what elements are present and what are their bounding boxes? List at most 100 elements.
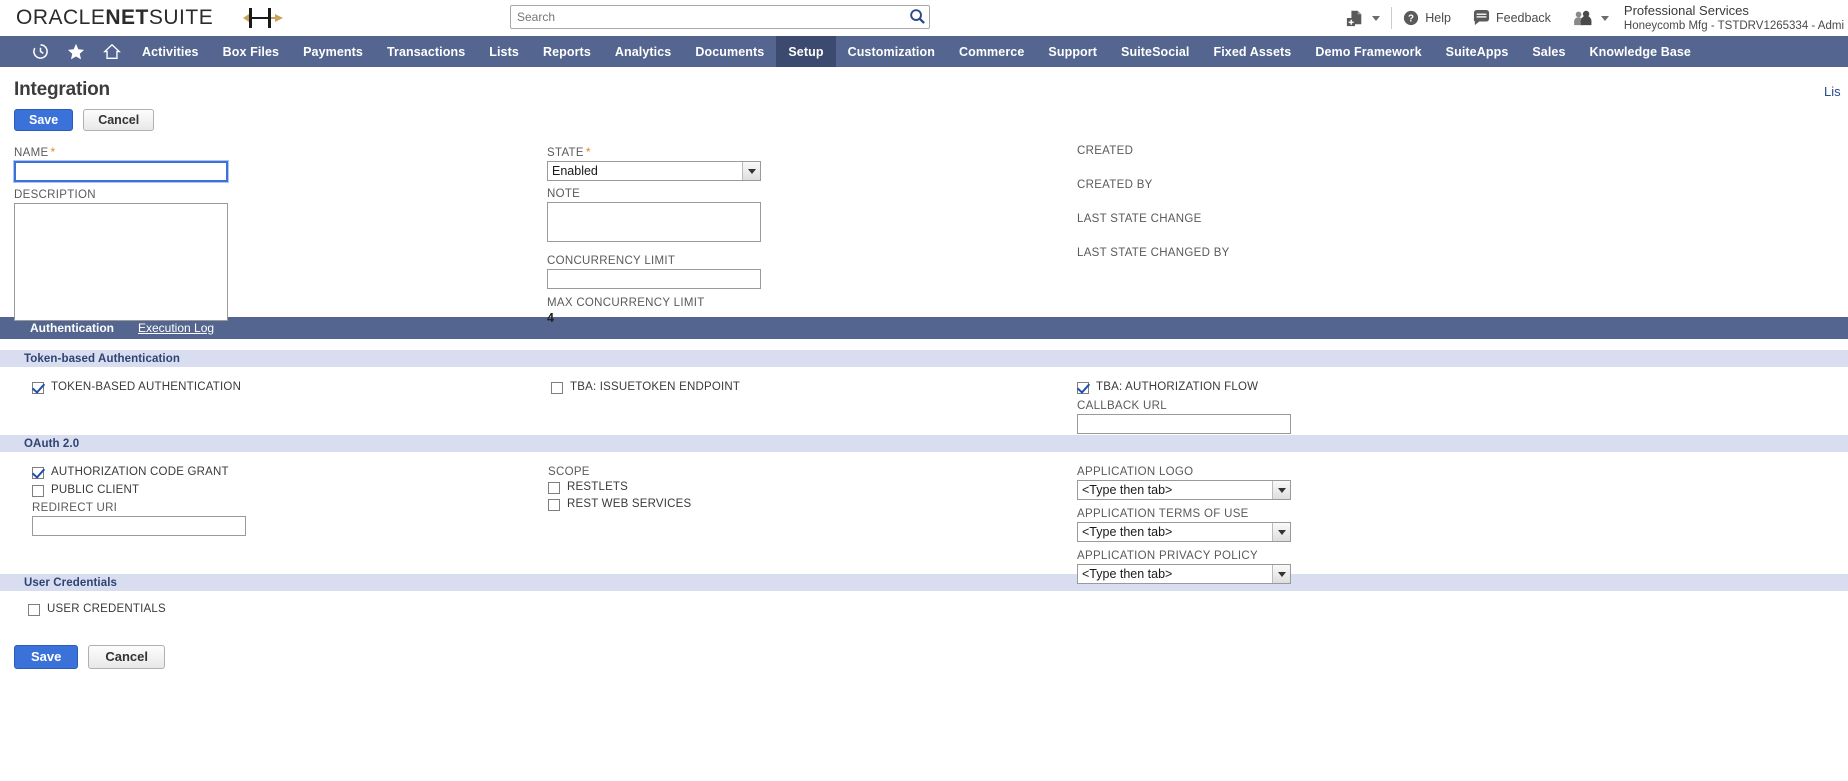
nav-item-fixed-assets[interactable]: Fixed Assets xyxy=(1202,36,1304,67)
nav-item-lists[interactable]: Lists xyxy=(477,36,531,67)
nav-item-support[interactable]: Support xyxy=(1036,36,1109,67)
redirect-uri-input[interactable] xyxy=(32,516,246,536)
concurrency-limit-input[interactable] xyxy=(547,269,761,289)
public-client-checkbox[interactable] xyxy=(32,485,44,497)
shortcuts-star-icon[interactable] xyxy=(58,36,94,67)
state-dropdown-arrow[interactable] xyxy=(742,162,760,180)
recent-records-icon[interactable] xyxy=(22,36,58,67)
tba-authorization-flow-checkbox[interactable] xyxy=(1077,382,1089,394)
search-input[interactable] xyxy=(510,5,930,29)
nav-item-activities[interactable]: Activities xyxy=(130,36,211,67)
search-icon[interactable] xyxy=(908,8,926,26)
help-button[interactable]: ? Help xyxy=(1392,0,1462,36)
nav-item-knowledge-base[interactable]: Knowledge Base xyxy=(1578,36,1703,67)
last-state-changed-by-label: LAST STATE CHANGED BY xyxy=(1077,247,1230,259)
scope-restlets-checkbox[interactable] xyxy=(548,482,560,494)
nav-item-box-files[interactable]: Box Files xyxy=(211,36,291,67)
nav-item-reports[interactable]: Reports xyxy=(531,36,603,67)
application-logo-value[interactable]: <Type then tab> xyxy=(1077,480,1291,500)
honeycomb-brand-mark-icon xyxy=(243,8,284,28)
user-credentials-checkbox-row[interactable]: USER CREDENTIALS xyxy=(28,603,166,616)
note-textarea[interactable] xyxy=(547,202,761,242)
authorization-code-grant-checkbox[interactable] xyxy=(32,467,44,479)
chevron-down-icon xyxy=(1277,529,1286,535)
chevron-down-icon xyxy=(1277,487,1286,493)
scope-label: SCOPE xyxy=(548,466,590,478)
main-navigation-bar: Activities Box Files Payments Transactio… xyxy=(0,36,1848,67)
scope-group: SCOPE RESTLETS REST WEB SERVICES xyxy=(548,466,691,511)
application-logo-dropdown[interactable]: <Type then tab> xyxy=(1077,480,1291,500)
quick-add-menu[interactable] xyxy=(1335,0,1391,36)
scope-restlets-checkbox-row[interactable]: RESTLETS xyxy=(548,481,691,494)
description-textarea[interactable] xyxy=(14,203,228,321)
application-logo-label: APPLICATION LOGO xyxy=(1077,466,1194,478)
state-dropdown[interactable]: Enabled xyxy=(547,161,761,181)
oracle-netsuite-logo[interactable]: ORACLENETSUITE xyxy=(16,6,213,30)
tba-issuetoken-endpoint-checkbox[interactable] xyxy=(551,382,563,394)
save-button-top[interactable]: Save xyxy=(14,109,74,131)
authorization-code-grant-checkbox-row[interactable]: AUTHORIZATION CODE GRANT xyxy=(32,466,229,479)
page-header: Integration Lis xyxy=(0,67,1848,103)
user-credentials-banner: User Credentials xyxy=(0,574,1848,591)
max-concurrency-limit-value: 4 xyxy=(547,311,554,325)
nav-item-demo-framework[interactable]: Demo Framework xyxy=(1303,36,1433,67)
brand-logo-area: ORACLENETSUITE xyxy=(0,5,291,31)
callback-url-field: CALLBACK URL xyxy=(1077,400,1291,434)
application-privacy-value[interactable]: <Type then tab> xyxy=(1077,564,1291,584)
home-icon[interactable] xyxy=(94,36,130,67)
token-based-auth-checkbox[interactable] xyxy=(32,382,44,394)
suite-wordmark: SUITE xyxy=(148,6,214,29)
application-fields-group: APPLICATION LOGO <Type then tab> APPLICA… xyxy=(1077,466,1291,584)
nav-item-documents[interactable]: Documents xyxy=(683,36,776,67)
token-based-authentication-body: TOKEN-BASED AUTHENTICATION TBA: ISSUETOK… xyxy=(0,367,1848,435)
global-search[interactable] xyxy=(510,5,930,29)
cancel-button-bottom[interactable]: Cancel xyxy=(88,645,166,669)
oracle-wordmark: ORACLE xyxy=(16,6,106,29)
nav-item-sales[interactable]: Sales xyxy=(1520,36,1577,67)
quick-add-page-icon xyxy=(1347,10,1362,27)
token-based-auth-checkbox-row[interactable]: TOKEN-BASED AUTHENTICATION xyxy=(32,381,241,394)
tba-issuetoken-endpoint-checkbox-row[interactable]: TBA: ISSUETOKEN ENDPOINT xyxy=(551,381,740,394)
scope-rest-web-services-checkbox-row[interactable]: REST WEB SERVICES xyxy=(548,498,691,511)
application-privacy-dropdown-arrow[interactable] xyxy=(1272,565,1290,583)
role-switcher[interactable] xyxy=(1562,0,1620,36)
scope-rest-web-services-checkbox[interactable] xyxy=(548,499,560,511)
nav-item-suiteapps[interactable]: SuiteApps xyxy=(1434,36,1521,67)
application-terms-dropdown-arrow[interactable] xyxy=(1272,523,1290,541)
feedback-button[interactable]: Feedback xyxy=(1462,0,1562,36)
user-credentials-checkbox[interactable] xyxy=(28,604,40,616)
nav-item-analytics[interactable]: Analytics xyxy=(603,36,683,67)
application-privacy-dropdown[interactable]: <Type then tab> xyxy=(1077,564,1291,584)
tba-authorization-flow-label: TBA: AUTHORIZATION FLOW xyxy=(1096,381,1259,393)
application-logo-dropdown-arrow[interactable] xyxy=(1272,481,1290,499)
integration-main-form: NAME * DESCRIPTION STATE * Enabled NOTE CO… xyxy=(0,145,1848,325)
state-selected-value[interactable]: Enabled xyxy=(547,161,761,181)
users-icon xyxy=(1574,10,1592,26)
public-client-checkbox-row[interactable]: PUBLIC CLIENT xyxy=(32,484,139,497)
list-link[interactable]: Lis xyxy=(1824,84,1846,99)
application-terms-dropdown[interactable]: <Type then tab> xyxy=(1077,522,1291,542)
nav-item-transactions[interactable]: Transactions xyxy=(375,36,477,67)
tba-authorization-flow-checkbox-row[interactable]: TBA: AUTHORIZATION FLOW xyxy=(1077,381,1258,394)
chevron-down-icon xyxy=(1372,15,1381,21)
oauth2-banner: OAuth 2.0 xyxy=(0,435,1848,452)
cancel-button-top[interactable]: Cancel xyxy=(83,109,155,131)
nav-item-setup[interactable]: Setup xyxy=(776,36,836,67)
user-credentials-body: USER CREDENTIALS xyxy=(0,591,1848,621)
state-label-text: STATE xyxy=(547,147,584,159)
concurrency-limit-label: CONCURRENCY LIMIT xyxy=(547,255,676,267)
application-terms-value[interactable]: <Type then tab> xyxy=(1077,522,1291,542)
save-button-bottom[interactable]: Save xyxy=(14,645,79,669)
callback-url-input[interactable] xyxy=(1077,414,1291,434)
nav-item-payments[interactable]: Payments xyxy=(291,36,375,67)
nav-item-customization[interactable]: Customization xyxy=(836,36,947,67)
svg-text:?: ? xyxy=(1408,14,1414,25)
nav-item-commerce[interactable]: Commerce xyxy=(947,36,1036,67)
nav-item-suitesocial[interactable]: SuiteSocial xyxy=(1109,36,1201,67)
callback-url-label: CALLBACK URL xyxy=(1077,400,1167,412)
chevron-down-icon xyxy=(1600,15,1609,21)
name-input[interactable] xyxy=(14,161,228,182)
application-terms-label: APPLICATION TERMS OF USE xyxy=(1077,508,1249,520)
role-name: Professional Services xyxy=(1623,2,1749,18)
required-asterisk: * xyxy=(585,145,591,159)
